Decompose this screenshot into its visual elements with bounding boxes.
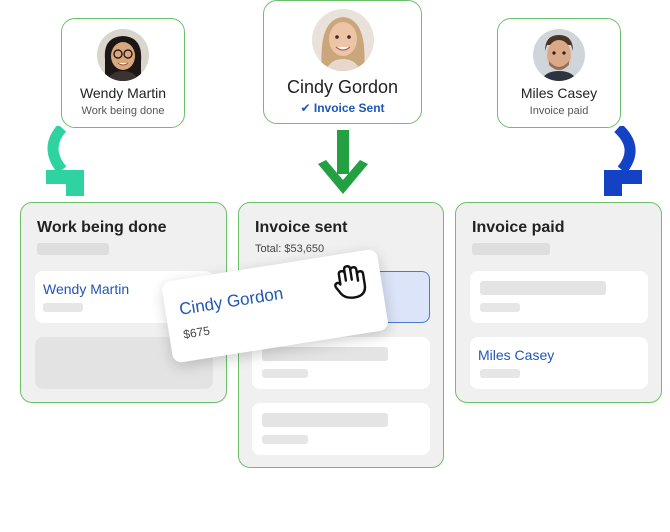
person-avatar-man-icon xyxy=(533,29,585,81)
person-name: Wendy Martin xyxy=(79,85,167,101)
placeholder-bar xyxy=(262,369,308,378)
checkmark-icon: ✔ xyxy=(300,101,311,115)
placeholder-bar xyxy=(480,281,606,295)
task-card-miles-casey[interactable]: Miles Casey xyxy=(470,337,648,389)
column-title: Invoice paid xyxy=(472,219,565,236)
person-status: Work being done xyxy=(81,105,165,117)
task-name: Wendy Martin xyxy=(43,281,130,297)
curved-arrow-down-icon xyxy=(600,126,650,198)
status-label: Invoice Sent xyxy=(313,101,385,115)
person-avatar-woman-blonde-icon xyxy=(311,9,374,71)
dragged-card-name: Cindy Gordon xyxy=(177,283,285,319)
placeholder-bar xyxy=(262,435,308,444)
placeholder-bar xyxy=(37,243,109,255)
column-total: Total: $53,650 xyxy=(255,243,325,255)
column-title: Invoice sent xyxy=(255,219,348,236)
grab-hand-icon xyxy=(328,259,370,304)
task-name: Miles Casey xyxy=(478,347,555,363)
placeholder-bar xyxy=(480,369,520,378)
placeholder-bar xyxy=(262,413,388,427)
avatar xyxy=(97,29,149,81)
task-card[interactable] xyxy=(470,271,648,323)
curved-arrow-down-icon xyxy=(38,126,88,198)
person-card-wendy-martin[interactable]: Wendy Martin Work being done xyxy=(61,18,185,128)
person-avatar-woman-glasses-icon xyxy=(97,29,149,81)
person-name: Miles Casey xyxy=(520,85,598,101)
avatar xyxy=(311,9,374,71)
avatar xyxy=(533,29,585,81)
person-card-miles-casey[interactable]: Miles Casey Invoice paid xyxy=(497,18,621,128)
arrow-down-icon xyxy=(314,130,372,196)
person-name: Cindy Gordon xyxy=(286,77,399,97)
task-card[interactable] xyxy=(252,403,430,455)
person-card-cindy-gordon[interactable]: Cindy Gordon ✔ Invoice Sent xyxy=(263,0,422,124)
placeholder-bar xyxy=(480,303,520,312)
placeholder-bar xyxy=(472,243,550,255)
placeholder-bar xyxy=(43,303,83,312)
person-status: Invoice paid xyxy=(529,105,589,117)
person-status: ✔ Invoice Sent xyxy=(264,101,421,115)
column-invoice-paid: Invoice paid Miles Casey xyxy=(455,202,662,403)
dragged-card-amount: $675 xyxy=(182,323,211,342)
placeholder-bar xyxy=(262,347,388,361)
column-title: Work being done xyxy=(37,219,167,236)
